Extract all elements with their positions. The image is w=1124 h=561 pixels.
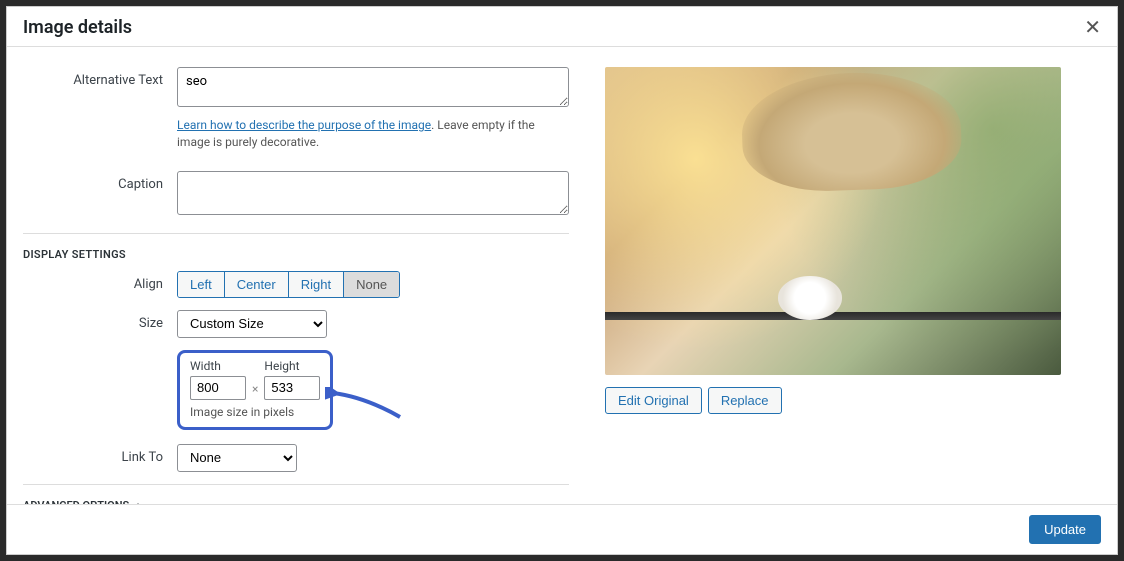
align-button-group: Left Center Right None <box>177 271 400 298</box>
caption-row: Caption <box>23 171 569 219</box>
alt-text-help: Learn how to describe the purpose of the… <box>177 117 569 151</box>
width-label: Width <box>190 359 246 373</box>
edit-original-button[interactable]: Edit Original <box>605 387 702 414</box>
height-field: Height <box>264 359 320 400</box>
size-row: Size Custom Size <box>23 310 569 338</box>
modal-header: Image details ✕ <box>7 7 1117 46</box>
alt-text-label: Alternative Text <box>23 67 177 88</box>
image-preview <box>605 67 1061 375</box>
align-label: Align <box>23 277 177 292</box>
caption-input[interactable] <box>177 171 569 215</box>
align-center-button[interactable]: Center <box>225 272 289 297</box>
link-to-select[interactable]: None <box>177 444 297 472</box>
display-settings: Align Left Center Right None Size Custom… <box>23 271 569 472</box>
preview-column: Edit Original Replace <box>593 47 1111 504</box>
align-row: Align Left Center Right None <box>23 271 569 298</box>
align-none-button[interactable]: None <box>344 272 399 297</box>
size-select[interactable]: Custom Size <box>177 310 327 338</box>
width-field: Width <box>190 359 246 400</box>
close-icon[interactable]: ✕ <box>1084 18 1101 38</box>
height-label: Height <box>264 359 320 373</box>
align-left-button[interactable]: Left <box>178 272 225 297</box>
display-settings-heading: DISPLAY SETTINGS <box>23 233 569 271</box>
link-to-label: Link To <box>23 450 177 465</box>
settings-column: Alternative Text Learn how to describe t… <box>23 47 593 504</box>
advanced-options-toggle[interactable]: ADVANCED OPTIONS ▴ <box>23 484 569 504</box>
modal-footer: Update <box>7 504 1117 554</box>
replace-button[interactable]: Replace <box>708 387 782 414</box>
update-button[interactable]: Update <box>1029 515 1101 544</box>
height-input[interactable] <box>264 376 320 400</box>
size-caption: Image size in pixels <box>190 405 320 419</box>
link-to-row: Link To None <box>23 444 569 472</box>
modal-body: Alternative Text Learn how to describe t… <box>7 46 1117 504</box>
align-right-button[interactable]: Right <box>289 272 344 297</box>
alt-text-help-link[interactable]: Learn how to describe the purpose of the… <box>177 118 431 132</box>
alt-text-input[interactable] <box>177 67 569 107</box>
preview-actions: Edit Original Replace <box>605 387 1111 414</box>
caption-label: Caption <box>23 171 177 192</box>
custom-size-box: Width × Height Image size in pixels <box>177 350 333 430</box>
size-label: Size <box>23 316 177 331</box>
alt-text-row: Alternative Text Learn how to describe t… <box>23 67 569 165</box>
multiply-icon: × <box>252 382 258 400</box>
image-details-modal: Image details ✕ Alternative Text Learn h… <box>6 6 1118 555</box>
width-input[interactable] <box>190 376 246 400</box>
alt-text-control: Learn how to describe the purpose of the… <box>177 67 569 165</box>
modal-title: Image details <box>23 17 132 38</box>
